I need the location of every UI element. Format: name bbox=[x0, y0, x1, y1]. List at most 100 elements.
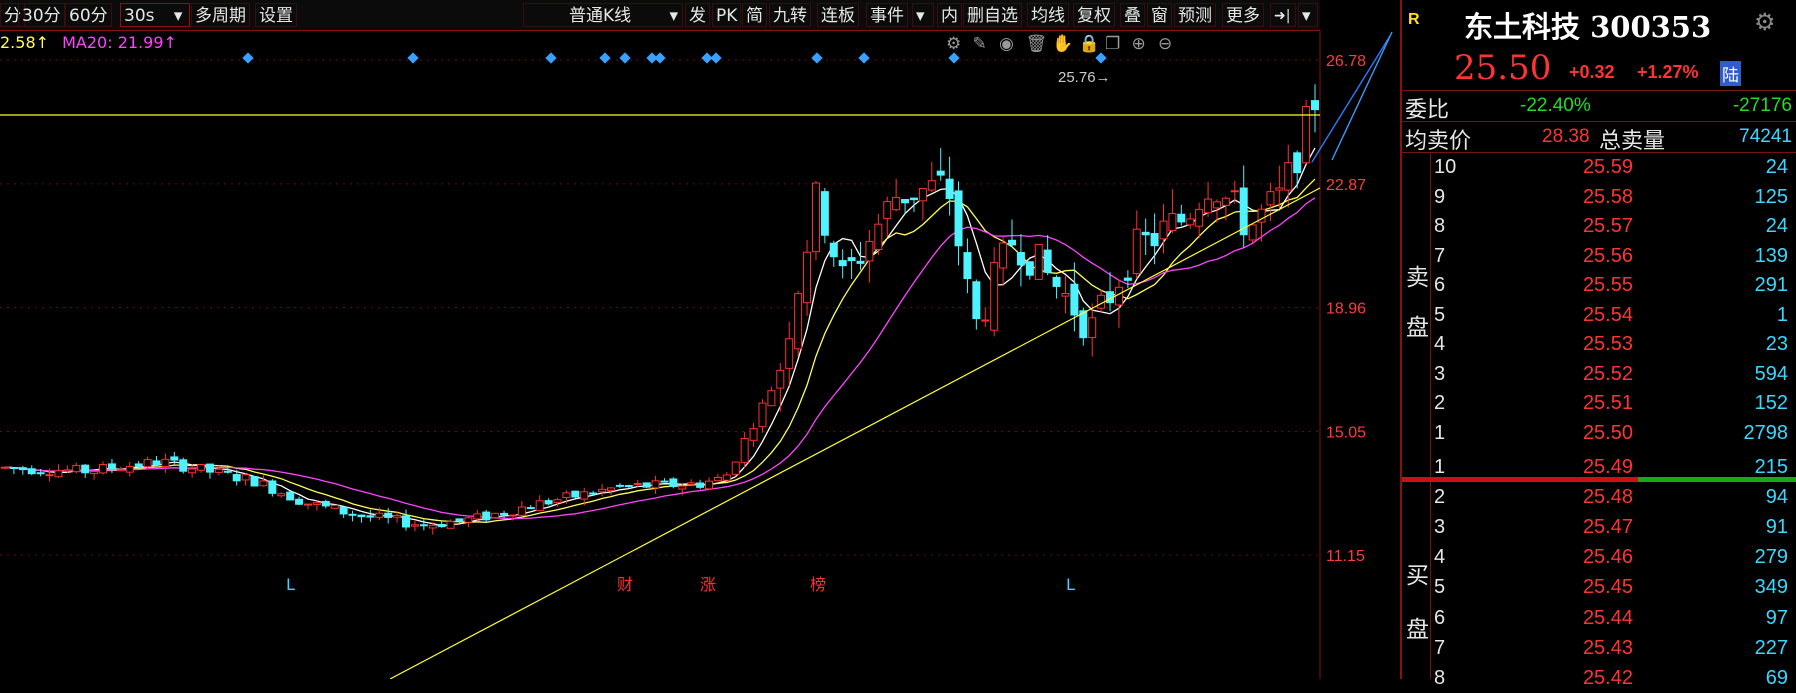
chart-type-select[interactable]: 普通K线 ▾ bbox=[523, 3, 683, 27]
tb-pk-button[interactable]: PK bbox=[712, 3, 742, 27]
tb-events-button[interactable]: 事件 bbox=[866, 3, 908, 27]
candle-body[interactable] bbox=[990, 262, 999, 331]
candle-body[interactable] bbox=[660, 480, 669, 483]
candle-body[interactable] bbox=[1132, 228, 1141, 275]
candle-body[interactable] bbox=[651, 480, 660, 489]
candle-body[interactable] bbox=[232, 474, 241, 482]
candle-body[interactable] bbox=[544, 500, 553, 505]
candle-body[interactable] bbox=[491, 512, 500, 519]
tb-nei-button[interactable]: 内 bbox=[937, 3, 962, 27]
candle-body[interactable] bbox=[99, 463, 108, 474]
event-diamond[interactable] bbox=[811, 52, 823, 64]
candle-body[interactable] bbox=[1204, 198, 1213, 214]
gear-icon[interactable]: ⚙ bbox=[1754, 8, 1776, 37]
candle-body[interactable] bbox=[624, 485, 633, 488]
window-button[interactable]: 窗 bbox=[1147, 3, 1172, 27]
sell-order-row[interactable]: 5 25.54 1 bbox=[1402, 300, 1796, 330]
candle-body[interactable] bbox=[1088, 317, 1097, 339]
candle-body[interactable] bbox=[963, 252, 972, 280]
candle-body[interactable] bbox=[883, 201, 892, 219]
candle-body[interactable] bbox=[1212, 201, 1221, 209]
candle-body[interactable] bbox=[517, 506, 526, 516]
candle-body[interactable] bbox=[927, 180, 936, 191]
candle-body[interactable] bbox=[1052, 276, 1061, 287]
candle-body[interactable] bbox=[678, 485, 687, 490]
zoom-out-icon[interactable]: ⊖ bbox=[1158, 34, 1172, 54]
kline-chart[interactable]: 26.78 22.87 18.96 15.05 11.15 25.76→ L 财 涨 榜 L ⚙ ✎ ◉ 🗑… bbox=[0, 30, 1400, 679]
candle-body[interactable] bbox=[829, 242, 838, 258]
candle-body[interactable] bbox=[116, 469, 125, 472]
candle-body[interactable] bbox=[482, 511, 491, 521]
candle-body[interactable] bbox=[1248, 224, 1257, 241]
candle-body[interactable] bbox=[54, 470, 63, 478]
event-diamond[interactable] bbox=[654, 52, 666, 64]
candle-body[interactable] bbox=[402, 515, 411, 528]
candle-body[interactable] bbox=[749, 428, 758, 441]
candle-body[interactable] bbox=[1293, 152, 1302, 174]
candle-body[interactable] bbox=[446, 520, 455, 529]
buy-order-row[interactable]: 4 25.46 279 bbox=[1402, 542, 1796, 572]
candle-body[interactable] bbox=[1186, 218, 1195, 226]
tb-jian-button[interactable]: 简 bbox=[742, 3, 767, 27]
candle-body[interactable] bbox=[508, 514, 517, 517]
candle-body[interactable] bbox=[669, 478, 678, 488]
candle-body[interactable] bbox=[820, 191, 829, 236]
candle-body[interactable] bbox=[535, 500, 544, 512]
candle-body[interactable] bbox=[731, 461, 740, 475]
candle-body[interactable] bbox=[580, 491, 589, 500]
candle-body[interactable] bbox=[999, 242, 1008, 269]
sell-order-row[interactable]: 7 25.56 139 bbox=[1402, 241, 1796, 271]
candle-body[interactable] bbox=[321, 500, 330, 507]
candle-body[interactable] bbox=[107, 463, 116, 470]
tb-fa-button[interactable]: 发 bbox=[685, 3, 710, 27]
candle-body[interactable] bbox=[259, 480, 268, 487]
candle-body[interactable] bbox=[598, 488, 607, 493]
candle-body[interactable] bbox=[27, 468, 36, 475]
candle-body[interactable] bbox=[1266, 191, 1275, 206]
candle-body[interactable] bbox=[241, 474, 250, 481]
candle-body[interactable] bbox=[687, 482, 696, 485]
period-30min-tab[interactable]: 30分 bbox=[18, 3, 65, 27]
sell-order-row[interactable]: 6 25.55 291 bbox=[1402, 270, 1796, 300]
candle-body[interactable] bbox=[1150, 233, 1159, 247]
event-diamond[interactable] bbox=[858, 52, 870, 64]
event-label[interactable]: 财 bbox=[617, 575, 633, 594]
candle-body[interactable] bbox=[705, 480, 714, 490]
candle-body[interactable] bbox=[268, 480, 277, 494]
hand-icon[interactable]: ✋ bbox=[1052, 33, 1073, 54]
trend-line[interactable] bbox=[389, 187, 1321, 679]
candle-body[interactable] bbox=[740, 437, 749, 463]
event-diamond[interactable] bbox=[599, 52, 611, 64]
candle-body[interactable] bbox=[179, 459, 188, 472]
candle-body[interactable] bbox=[918, 188, 927, 202]
buy-order-row[interactable]: 6 25.44 97 bbox=[1402, 603, 1796, 633]
candle-body[interactable] bbox=[1311, 100, 1319, 111]
event-diamond[interactable] bbox=[242, 52, 254, 64]
candle-body[interactable] bbox=[936, 170, 945, 176]
candle-body[interactable] bbox=[134, 463, 143, 467]
candle-body[interactable] bbox=[1284, 162, 1293, 191]
candle-body[interactable] bbox=[758, 402, 767, 428]
pin-panel-icon[interactable]: ➜| bbox=[1270, 3, 1296, 27]
candle-body[interactable] bbox=[1159, 220, 1168, 240]
candle-body[interactable] bbox=[909, 197, 918, 201]
settings-button[interactable]: 设置 bbox=[255, 3, 297, 27]
candle-body[interactable] bbox=[589, 492, 598, 495]
candle-body[interactable] bbox=[1016, 251, 1025, 266]
zoom-in-icon[interactable]: ⊕ bbox=[1132, 34, 1146, 54]
candle-body[interactable] bbox=[847, 257, 856, 262]
candle-body[interactable] bbox=[357, 514, 366, 518]
buy-order-row[interactable]: 8 25.42 69 bbox=[1402, 663, 1796, 693]
candle-body[interactable] bbox=[143, 459, 152, 468]
candle-body[interactable] bbox=[45, 474, 54, 477]
candle-body[interactable] bbox=[161, 458, 170, 467]
candle-body[interactable] bbox=[553, 499, 562, 504]
candle-body[interactable] bbox=[1177, 213, 1186, 223]
tb-jiuzhuan-button[interactable]: 九转 bbox=[769, 3, 811, 27]
candle-body[interactable] bbox=[794, 293, 803, 350]
sell-order-row[interactable]: 2 25.51 152 bbox=[1402, 388, 1796, 418]
remove-watchlist-button[interactable]: 删自选 bbox=[963, 3, 1022, 27]
event-diamond[interactable] bbox=[545, 52, 557, 64]
candle-body[interactable] bbox=[348, 513, 357, 516]
candle-body[interactable] bbox=[1061, 293, 1070, 297]
